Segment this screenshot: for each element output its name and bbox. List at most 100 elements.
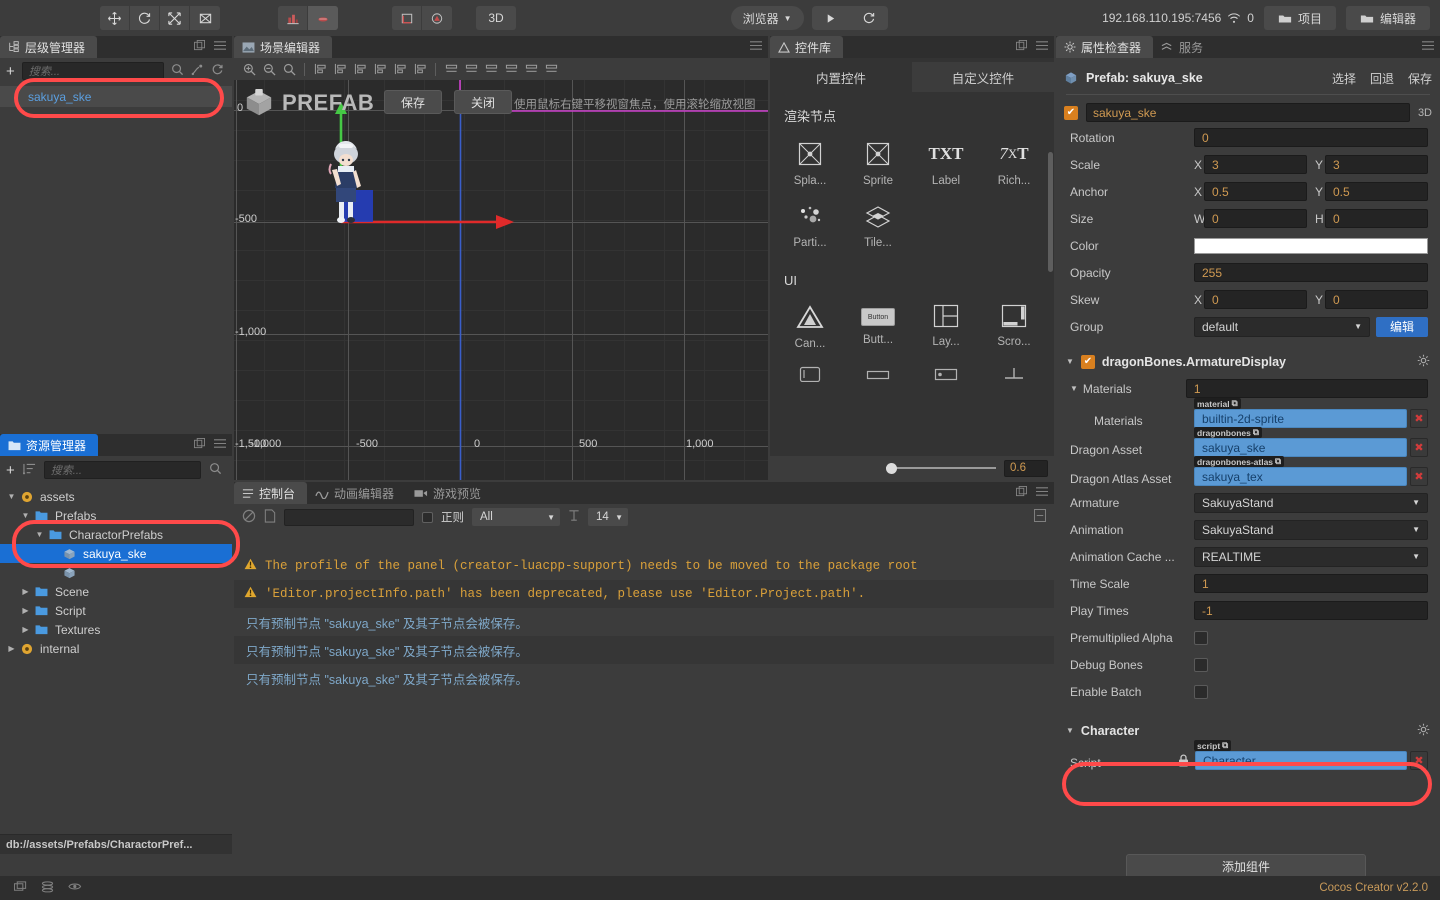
script-clear-button[interactable]: ✖ [1410, 751, 1428, 770]
materials-count-field[interactable]: 1 [1185, 379, 1428, 398]
regex-checkbox[interactable] [422, 511, 433, 523]
asset-tree-row[interactable]: sakuya_ske [0, 544, 232, 563]
log-level-select[interactable]: All ▼ [472, 508, 560, 526]
widget-item-partial-4[interactable] [980, 360, 1048, 392]
asset-clear-button[interactable]: ✖ [1410, 409, 1428, 428]
tab-animation-editor[interactable]: 动画编辑器 [307, 482, 407, 504]
widget-item-sprite[interactable]: Sprite [844, 135, 912, 197]
spread-h-icon[interactable] [502, 60, 520, 78]
tab-hierarchy[interactable]: 层级管理器 [0, 36, 98, 58]
asset-tree-row[interactable]: ▶ internal [0, 639, 232, 658]
tab-custom-widgets[interactable]: 自定义控件 [912, 62, 1054, 92]
scene-viewport[interactable]: PREFAB 保存 关闭 使用鼠标右键平移视窗焦点，使用滚轮缩放视图 0 -50… [234, 80, 768, 480]
property-value-input-x[interactable]: 0.5 [1204, 182, 1307, 201]
property-value-input[interactable]: -1 [1194, 601, 1428, 620]
asset-clear-button[interactable]: ✖ [1410, 438, 1428, 457]
spread-both-icon[interactable] [542, 60, 560, 78]
color-swatch[interactable] [1194, 237, 1428, 254]
chevron-right-icon[interactable]: ▶ [20, 606, 31, 615]
add-asset-button[interactable]: + [6, 463, 15, 478]
sort-icon[interactable] [22, 463, 36, 478]
widget-scrollbar[interactable] [1048, 152, 1053, 272]
gear-icon[interactable] [1417, 723, 1430, 739]
transform-gizmo[interactable] [234, 80, 768, 480]
align-right-icon[interactable] [351, 60, 369, 78]
property-value-input-y[interactable]: 3 [1325, 155, 1428, 174]
property-checkbox[interactable] [1194, 630, 1208, 645]
hierarchy-node-row[interactable]: sakuya_ske [0, 86, 232, 107]
popout-icon[interactable] [1016, 486, 1027, 500]
chevron-right-icon[interactable]: ▶ [20, 587, 31, 596]
prefab-close-button[interactable]: 关闭 [454, 90, 512, 114]
external-link-icon[interactable]: ⧉ [1253, 427, 1259, 438]
popout-icon[interactable] [194, 40, 205, 54]
align-left-icon[interactable] [311, 60, 329, 78]
local-coords-button[interactable] [392, 6, 422, 30]
panel-menu-icon[interactable] [1036, 40, 1048, 54]
group-select[interactable]: default ▼ [1194, 316, 1370, 337]
tab-console[interactable]: 控制台 [234, 482, 308, 504]
node-enabled-checkbox[interactable]: ✔ [1064, 105, 1078, 120]
eye-icon[interactable] [68, 881, 82, 896]
asset-tree-row[interactable]: ▶ Script [0, 601, 232, 620]
add-node-button[interactable]: + [6, 64, 15, 79]
link-icon[interactable] [191, 63, 204, 79]
sync-icon[interactable] [13, 880, 27, 896]
console-message-row[interactable]: 'Editor.projectInfo.path' has been depre… [234, 580, 1054, 608]
widget-item-splash[interactable]: Spla... [776, 135, 844, 197]
chevron-down-icon[interactable]: ▼ [34, 530, 45, 539]
property-select[interactable]: SakuyaStand ▼ [1194, 519, 1428, 540]
tab-game-preview[interactable]: 游戏预览 [406, 482, 494, 504]
asset-tree-row[interactable]: ▼ CharactorPrefabs [0, 525, 232, 544]
asset-tree-row[interactable] [0, 563, 232, 582]
preview-target-select[interactable]: 浏览器 ▼ [730, 6, 804, 30]
zoom-in-icon[interactable] [240, 60, 258, 78]
zoom-out-icon[interactable] [260, 60, 278, 78]
tab-services[interactable]: 服务 [1153, 36, 1216, 58]
move-tool-button[interactable] [100, 6, 130, 30]
panel-menu-icon[interactable] [750, 40, 762, 54]
distribute-gap-icon[interactable] [482, 60, 500, 78]
armature-enabled-checkbox[interactable]: ✔ [1080, 354, 1095, 369]
widget-zoom-value[interactable]: 0.6 [1004, 459, 1048, 477]
external-link-icon[interactable]: ⧉ [1275, 456, 1281, 467]
widget-item-partial-1[interactable] [776, 360, 844, 392]
tab-builtin-widgets[interactable]: 内置控件 [770, 62, 912, 92]
property-value-input-y[interactable]: 0 [1325, 209, 1428, 228]
asset-tree-row[interactable]: ▼ assets [0, 487, 232, 506]
collapse-icon[interactable] [1033, 508, 1047, 525]
asset-reference-field[interactable]: builtin-2d-sprite [1194, 409, 1407, 428]
scale-tool-button[interactable] [160, 6, 190, 30]
widget-item-particle[interactable]: Parti... [776, 197, 844, 259]
rect-transform-tool-button[interactable] [190, 6, 220, 30]
play-button[interactable] [812, 6, 850, 30]
collapse-caret-icon[interactable]: ▼ [1066, 357, 1074, 366]
align-bottom-icon[interactable] [411, 60, 429, 78]
asset-tree-row[interactable]: ▶ Scene [0, 582, 232, 601]
widget-item-canvas[interactable]: Can... [776, 298, 844, 360]
magnifier-icon[interactable] [171, 63, 184, 79]
property-value-input-x[interactable]: 0 [1204, 290, 1307, 309]
widget-item-layout[interactable]: Lay... [912, 298, 980, 360]
node-name-input[interactable]: sakuya_ske [1086, 103, 1410, 122]
property-value-input-y[interactable]: 0.5 [1325, 182, 1428, 201]
console-message-row[interactable]: The profile of the panel (creator-luacpp… [234, 552, 1054, 580]
script-asset-field[interactable]: Character [1195, 751, 1407, 770]
align-middle-icon[interactable] [391, 60, 409, 78]
group-edit-button[interactable]: 编辑 [1376, 316, 1428, 337]
prefab-save-action[interactable]: 保存 [1408, 70, 1432, 87]
external-link-icon[interactable]: ⧉ [1222, 740, 1228, 751]
console-message-row[interactable]: 只有预制节点 "sakuya_ske" 及其子节点会被保存。 [234, 636, 1054, 664]
toggle-3d-button[interactable]: 3D [476, 6, 516, 30]
hierarchy-search-input[interactable]: 搜索... [21, 62, 164, 80]
prefab-select-action[interactable]: 选择 [1332, 70, 1356, 87]
refresh-button[interactable] [850, 6, 888, 30]
gear-icon[interactable] [1417, 354, 1430, 370]
widget-item-tilemap[interactable]: Tile... [844, 197, 912, 259]
pivot-mode-button[interactable] [278, 6, 308, 30]
console-filter-input[interactable] [284, 508, 414, 526]
tab-assets[interactable]: 资源管理器 [0, 434, 99, 456]
distribute-v-icon[interactable] [462, 60, 480, 78]
widget-item-button[interactable]: Button Butt... [844, 298, 912, 360]
spread-v-icon[interactable] [522, 60, 540, 78]
